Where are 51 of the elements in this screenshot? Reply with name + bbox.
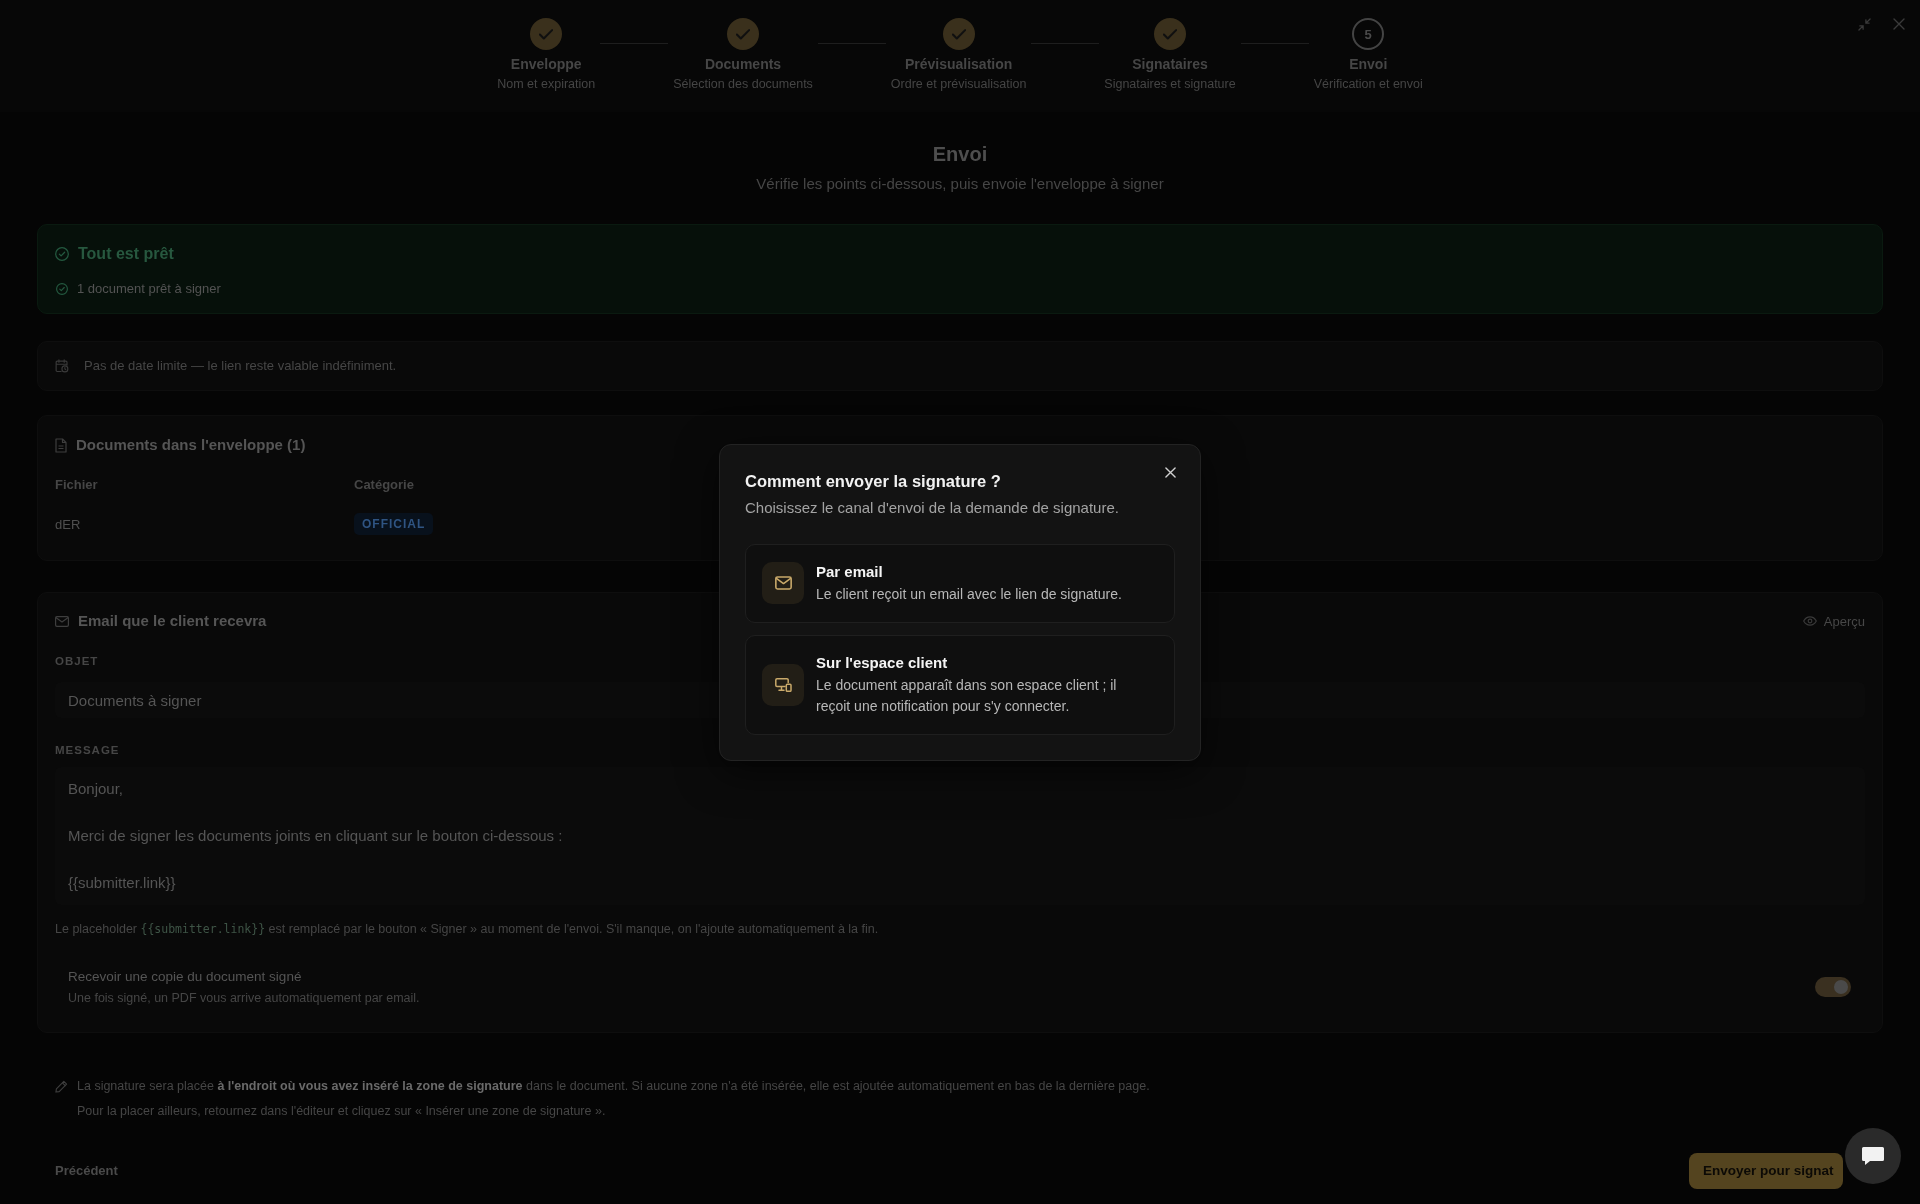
field-label: OBJET <box>55 654 99 668</box>
close-icon <box>1164 467 1176 478</box>
copy-option-description: Une fois signé, un PDF vous arrive automatiquement par email. <box>68 989 420 1006</box>
step-description: Ordre et prévisualisation <box>890 77 1027 92</box>
copy-option-label: Recevoir une copie du document signé <box>68 967 303 985</box>
expiry-note: Pas de date limite — le lien reste valable indéfiniment. <box>84 358 397 374</box>
circle-check-icon <box>56 283 68 295</box>
calendar-clock-icon <box>55 359 69 373</box>
page-title: Envoi <box>932 142 988 166</box>
page-subtitle: Vérifie les points ci-dessous, puis envoie l'enveloppe à signer <box>756 175 1164 193</box>
step-label[interactable]: Envoi <box>1349 56 1388 73</box>
envelope-icon <box>55 615 69 627</box>
signature-note: Pour la placer ailleurs, retournez dans l'éditeur et cliquez sur « Insérer une zone de signature ». <box>77 1102 607 1119</box>
dialog-title: Comment envoyer la signature ? <box>745 470 1001 492</box>
envelope-icon <box>762 562 804 604</box>
table-cell: dER <box>55 516 81 532</box>
readiness-title: Tout est prêt <box>78 244 174 264</box>
devices-icon <box>762 663 804 706</box>
eye-icon <box>1802 616 1817 626</box>
toggle-switch[interactable] <box>1815 976 1851 997</box>
chat-button[interactable] <box>1845 1128 1901 1184</box>
step-description: Sélection des documents <box>673 77 813 92</box>
pen-icon <box>55 1079 68 1093</box>
section-title: Email que le client recevra <box>78 611 267 631</box>
previous-button[interactable]: Précédent <box>55 1163 118 1178</box>
circle-check-icon <box>55 247 69 261</box>
step-number: 5 <box>1352 18 1385 50</box>
step-label[interactable]: Signataires <box>1132 56 1208 73</box>
placeholder-hint: Le placeholder {{submitter.link}} est remplacé par le bouton « Signer » au moment de l'envoi. S'il manque, on l'ajoute automatiquement à la fin. <box>55 920 880 937</box>
column-header: Catégorie <box>354 476 414 494</box>
preview-button[interactable]: Aperçu <box>1802 613 1865 629</box>
step-description: Vérification et envoi <box>1313 77 1423 92</box>
dialog-subtitle: Choisissez le canal d'envoi de la demande de signature. <box>745 497 1120 518</box>
field-label: MESSAGE <box>55 743 120 757</box>
close-icon[interactable] <box>1893 18 1905 30</box>
readiness-item: 1 document prêt à signer <box>77 281 221 297</box>
document-icon <box>55 437 67 453</box>
chat-icon <box>1861 1146 1885 1166</box>
step-description: Nom et expiration <box>497 77 596 92</box>
step-description: Signataires et signature <box>1104 77 1236 92</box>
step-label[interactable]: Documents <box>704 56 782 73</box>
column-header: Fichier <box>55 476 98 494</box>
category-badge: OFFICIAL <box>354 513 434 535</box>
section-title: Documents dans l'enveloppe (1) <box>76 435 306 455</box>
collapse-icon[interactable] <box>1858 18 1871 31</box>
send-button[interactable]: Envoyer pour signat <box>1689 1152 1843 1189</box>
step-label[interactable]: Prévisualisation <box>904 56 1013 73</box>
signature-note: La signature sera placée à l'endroit où vous avez inséré la zone de signature dans le document. Si aucune zone n'a été insérée, elle est ajoutée automatiquement en bas de la dernière page. <box>77 1077 1150 1094</box>
step-label[interactable]: Enveloppe <box>510 56 582 73</box>
send-option[interactable]: Par email Le client reçoit un email avec le lien de signature. <box>745 543 1175 623</box>
send-option[interactable]: Sur l'espace client Le document apparaît dans son espace client ; il reçoit une notification pour s'y connecter. <box>745 634 1175 735</box>
